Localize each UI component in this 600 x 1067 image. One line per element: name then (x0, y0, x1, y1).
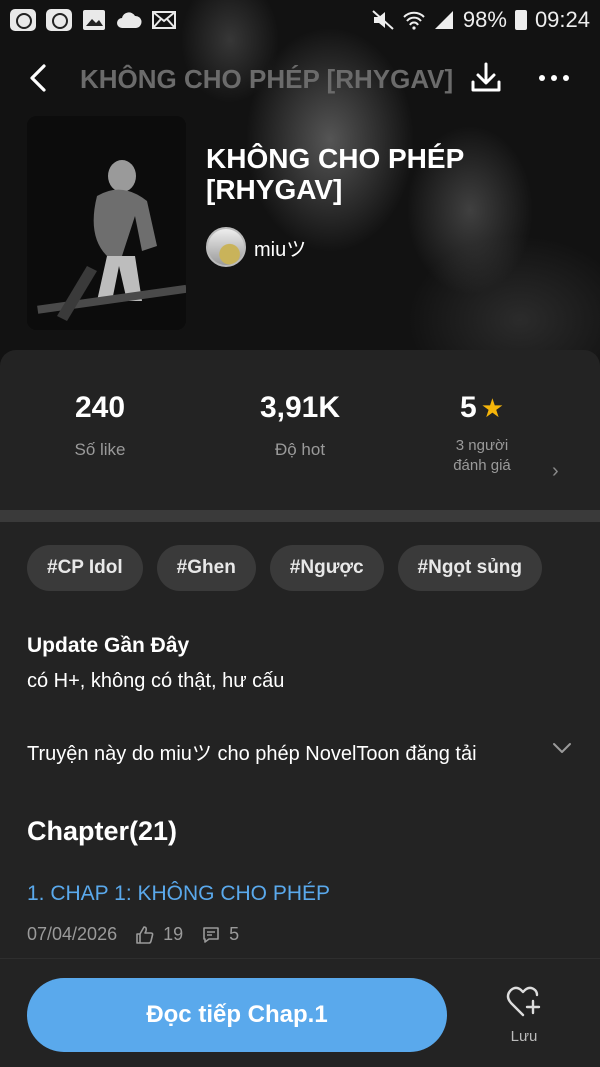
nav-title: KHÔNG CHO PHÉP [RHYGAV] (80, 64, 454, 94)
save-button[interactable]: Lưu (484, 985, 564, 1055)
bottom-bar: Đọc tiếp Chap.1 Lưu (0, 958, 600, 1067)
hot-value: 3,91K (259, 391, 341, 424)
mail-icon (152, 11, 176, 29)
hero-header: 98% 09:24 KHÔNG CHO PHÉP [RHYGAV] KHÔNG … (0, 0, 600, 380)
chevron-down-icon[interactable] (550, 736, 574, 760)
comment-icon (203, 926, 219, 943)
battery-percent: 98% (462, 7, 507, 32)
save-label: Lưu (510, 1028, 538, 1045)
battery-icon (514, 10, 527, 30)
chapter-title[interactable]: 1. CHAP 1: KHÔNG CHO PHÉP (27, 882, 573, 906)
status-bar: 98% 09:24 (0, 0, 600, 40)
tag-ghen[interactable]: #Ghen (156, 545, 256, 591)
stat-likes: 240 Số like (0, 390, 200, 460)
navbar: KHÔNG CHO PHÉP [RHYGAV] (0, 52, 600, 104)
download-icon[interactable] (466, 58, 506, 98)
book-cover (27, 116, 186, 330)
chapter-date: 07/04/2026 (27, 924, 118, 944)
youtube-icon (10, 9, 36, 31)
stat-hot: 3,91K Độ hot (200, 390, 400, 460)
section-divider (0, 510, 600, 522)
book-title: KHÔNG CHO PHÉP [RHYGAV] (206, 143, 464, 205)
thumbs-up-icon (136, 925, 154, 944)
more-options-icon[interactable] (532, 60, 576, 96)
chevron-right-icon[interactable]: › (552, 460, 559, 483)
mute-icon (372, 10, 394, 30)
stats-row: 240 Số like 3,91K Độ hot 5 ★ 3 người đánh… (0, 390, 600, 500)
author-row[interactable]: miuツ (206, 227, 306, 267)
tag-nguoc[interactable]: #Ngược (269, 545, 384, 591)
chapter-item[interactable]: 1. CHAP 1: KHÔNG CHO PHÉP 07/04/2026 19 … (27, 882, 573, 945)
author-avatar[interactable] (206, 227, 246, 267)
chapter-comments: 5 (229, 924, 240, 944)
update-title: Update Gần Đây (27, 634, 190, 657)
tag-list: #CP Idol #Ghen #Ngược #Ngọt sủng (27, 545, 543, 591)
author-name[interactable]: miuツ (254, 233, 306, 262)
rating-value-row: 5 ★ (382, 390, 582, 426)
permission-text[interactable]: Truyện này do miuツ cho phép NovelToon đă… (27, 737, 547, 766)
signal-icon (434, 11, 453, 29)
chapter-meta: 07/04/2026 19 5 (27, 924, 573, 945)
chapter-likes: 19 (163, 924, 184, 944)
cloud-icon (117, 12, 142, 28)
tag-ngot-sung[interactable]: #Ngọt sủng (397, 545, 543, 591)
heart-plus-icon (506, 986, 541, 1017)
rating-value: 5 (460, 391, 477, 424)
wifi-icon (403, 11, 425, 30)
hot-label: Độ hot (274, 440, 326, 459)
star-icon: ★ (480, 393, 504, 423)
tag-cp-idol[interactable]: #CP Idol (27, 545, 143, 591)
youtube-icon (46, 9, 72, 31)
continue-reading-button[interactable]: Đọc tiếp Chap.1 (27, 978, 447, 1052)
update-text: có H+, không có thật, hư cấu (27, 670, 285, 692)
back-icon[interactable] (22, 60, 58, 96)
likes-value: 240 (74, 391, 126, 424)
image-icon (83, 10, 105, 30)
likes-label: Số like (74, 440, 126, 459)
chapter-heading: Chapter(21) (27, 816, 178, 846)
clock: 09:24 (534, 7, 590, 32)
